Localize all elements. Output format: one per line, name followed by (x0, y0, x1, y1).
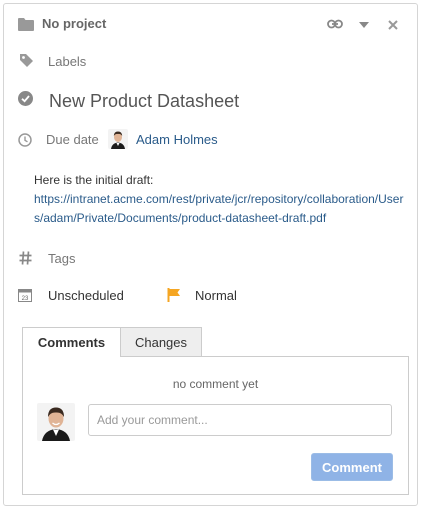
link-icon[interactable] (327, 19, 343, 29)
tab-comments[interactable]: Comments (22, 327, 121, 357)
task-detail-panel: No project Labels New Product Datasheet … (3, 3, 418, 506)
tags-field[interactable]: Tags (48, 251, 75, 266)
close-icon[interactable] (388, 20, 398, 30)
check-circle-icon[interactable] (18, 91, 33, 106)
caret-down-icon[interactable] (359, 22, 369, 28)
labels-field[interactable]: Labels (48, 54, 86, 69)
project-name[interactable]: No project (42, 16, 106, 31)
task-description[interactable]: Here is the initial draft: https://intra… (34, 171, 404, 228)
calendar-day-number: 23 (22, 296, 29, 302)
flag-icon (167, 288, 180, 302)
tag-icon (20, 54, 33, 67)
due-date-field[interactable]: Due date (46, 132, 99, 147)
task-title[interactable]: New Product Datasheet (49, 91, 239, 112)
schedule-field[interactable]: Unscheduled (48, 288, 124, 303)
folder-icon (18, 18, 34, 31)
priority-field[interactable]: Normal (195, 288, 237, 303)
comment-input[interactable] (88, 404, 392, 436)
comments-panel: no comment yet Comment (22, 356, 409, 495)
clock-icon (18, 133, 32, 147)
calendar-icon: 23 (18, 289, 32, 302)
current-user-avatar (37, 403, 75, 441)
no-comment-text: no comment yet (172, 377, 259, 391)
description-intro: Here is the initial draft: (34, 173, 154, 187)
description-link[interactable]: https://intranet.acme.com/rest/private/j… (34, 192, 403, 225)
tab-changes[interactable]: Changes (120, 327, 202, 357)
assignee-link[interactable]: Adam Holmes (136, 132, 218, 147)
hash-icon (19, 251, 32, 265)
assignee-avatar (108, 129, 128, 149)
comment-submit-button[interactable]: Comment (311, 453, 393, 481)
